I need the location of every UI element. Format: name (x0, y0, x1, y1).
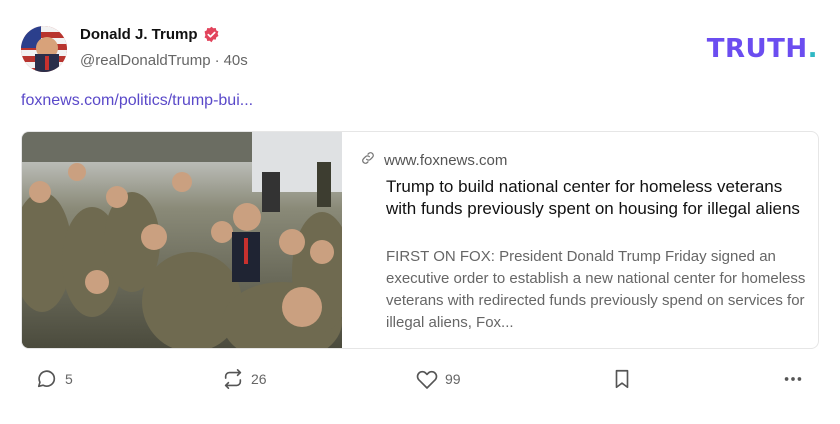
retruth-count: 26 (251, 371, 267, 387)
author-name[interactable]: Donald J. Trump (80, 26, 198, 43)
post-link[interactable]: foxnews.com/politics/trump-bui... (21, 92, 253, 110)
like-count: 99 (445, 371, 461, 387)
reply-count: 5 (65, 371, 73, 387)
card-body: www.foxnews.com Trump to build national … (342, 132, 818, 348)
reply-button[interactable]: 5 (36, 368, 73, 390)
more-icon (782, 368, 804, 390)
brand-dot: . (807, 34, 818, 64)
like-button[interactable]: 99 (416, 368, 461, 390)
retruth-button[interactable]: 26 (222, 368, 267, 390)
truth-logo[interactable]: TRUTH. (707, 34, 818, 64)
bookmark-button[interactable] (611, 368, 633, 390)
bookmark-icon (611, 368, 633, 390)
avatar[interactable] (21, 26, 67, 72)
card-title[interactable]: Trump to build national center for homel… (386, 176, 806, 220)
meta-separator: · (214, 52, 220, 69)
post-time[interactable]: 40s (224, 52, 248, 69)
reply-icon (36, 368, 58, 390)
retruth-icon (222, 368, 244, 390)
like-icon (416, 368, 438, 390)
card-domain: www.foxnews.com (360, 150, 507, 170)
link-icon (360, 150, 376, 170)
author-name-row: Donald J. Trump (80, 26, 220, 43)
card-domain-text: www.foxnews.com (384, 151, 508, 169)
card-description: FIRST ON FOX: President Donald Trump Fri… (386, 248, 806, 331)
link-preview-card[interactable]: www.foxnews.com Trump to build national … (21, 131, 819, 349)
author-handle[interactable]: @realDonaldTrump (80, 52, 211, 69)
action-bar: 5 26 99 (0, 368, 840, 400)
card-image (22, 132, 342, 348)
more-options-button[interactable] (782, 368, 804, 390)
author-meta: @realDonaldTrump · 40s (80, 52, 248, 69)
verified-badge-icon (203, 26, 220, 43)
brand-text: TRUTH (706, 34, 808, 64)
